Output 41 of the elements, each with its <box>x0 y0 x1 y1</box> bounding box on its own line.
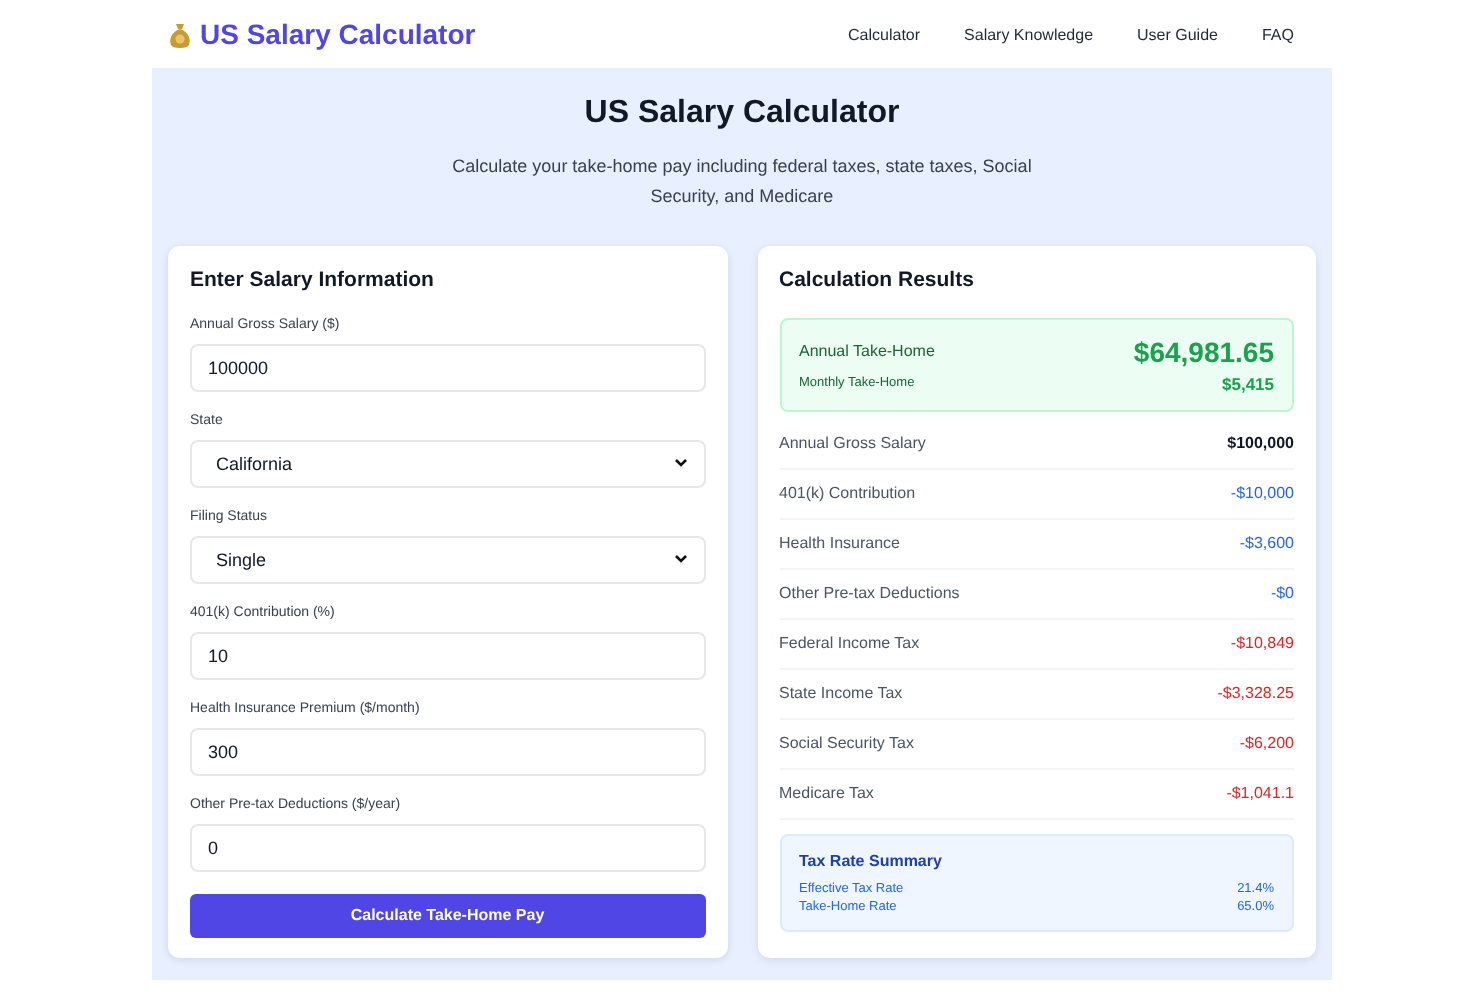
brand-title[interactable]: US Salary Calculator <box>200 18 476 50</box>
calculate-button[interactable]: Calculate Take-Home Pay <box>190 893 705 938</box>
result-value: -$3,600 <box>1239 534 1294 553</box>
result-value: $100,000 <box>1227 434 1294 453</box>
card-title: Enter Salary Information <box>190 267 436 292</box>
result-value: -$10,000 <box>1230 484 1294 503</box>
annual-label: Annual Take-Home <box>799 342 935 361</box>
nav-link[interactable]: User Guide <box>1137 25 1218 43</box>
result-value: -$0 <box>1270 584 1294 603</box>
result-label: Health Insurance <box>779 534 900 553</box>
input-field[interactable]: 10 <box>190 631 705 680</box>
result-value: -$6,200 <box>1239 734 1294 753</box>
money-bag-icon <box>168 21 192 47</box>
monthly-value: $5,415 <box>1222 373 1274 394</box>
result-label: Federal Income Tax <box>779 634 920 653</box>
input-field[interactable]: 0 <box>190 823 705 872</box>
select-value: California <box>214 453 293 474</box>
result-value: -$10,849 <box>1230 634 1294 653</box>
result-label: 401(k) Contribution <box>779 484 916 503</box>
summary-title: Tax Rate Summary <box>799 851 944 870</box>
result-value: -$3,328.25 <box>1217 684 1294 703</box>
input-field[interactable]: 100000 <box>190 343 705 392</box>
select-value: Single <box>214 549 267 570</box>
result-label: Annual Gross Salary <box>779 434 926 453</box>
input-field[interactable]: 300 <box>190 727 705 776</box>
chevron-down-icon <box>673 458 687 469</box>
result-label: Other Pre-tax Deductions <box>779 584 960 603</box>
card-title: Calculation Results <box>779 267 976 292</box>
result-label: Social Security Tax <box>779 734 914 753</box>
select-field[interactable]: Single <box>190 535 705 584</box>
annual-value: $64,981.65 <box>1133 335 1274 368</box>
page-title: US Salary Calculator <box>584 96 900 132</box>
nav-link[interactable]: FAQ <box>1261 25 1294 43</box>
result-label: State Income Tax <box>779 684 903 703</box>
nav-link[interactable]: Calculator <box>848 25 921 43</box>
select-field[interactable]: California <box>190 439 705 488</box>
page-subtitle: Calculate your take-home pay including federal taxes, state taxes, Social Security, and Medicare <box>450 154 1034 211</box>
nav-link[interactable]: Salary Knowledge <box>964 25 1094 43</box>
chevron-down-icon <box>673 554 687 565</box>
result-value: -$1,041.1 <box>1226 784 1294 803</box>
result-label: Medicare Tax <box>779 784 874 803</box>
